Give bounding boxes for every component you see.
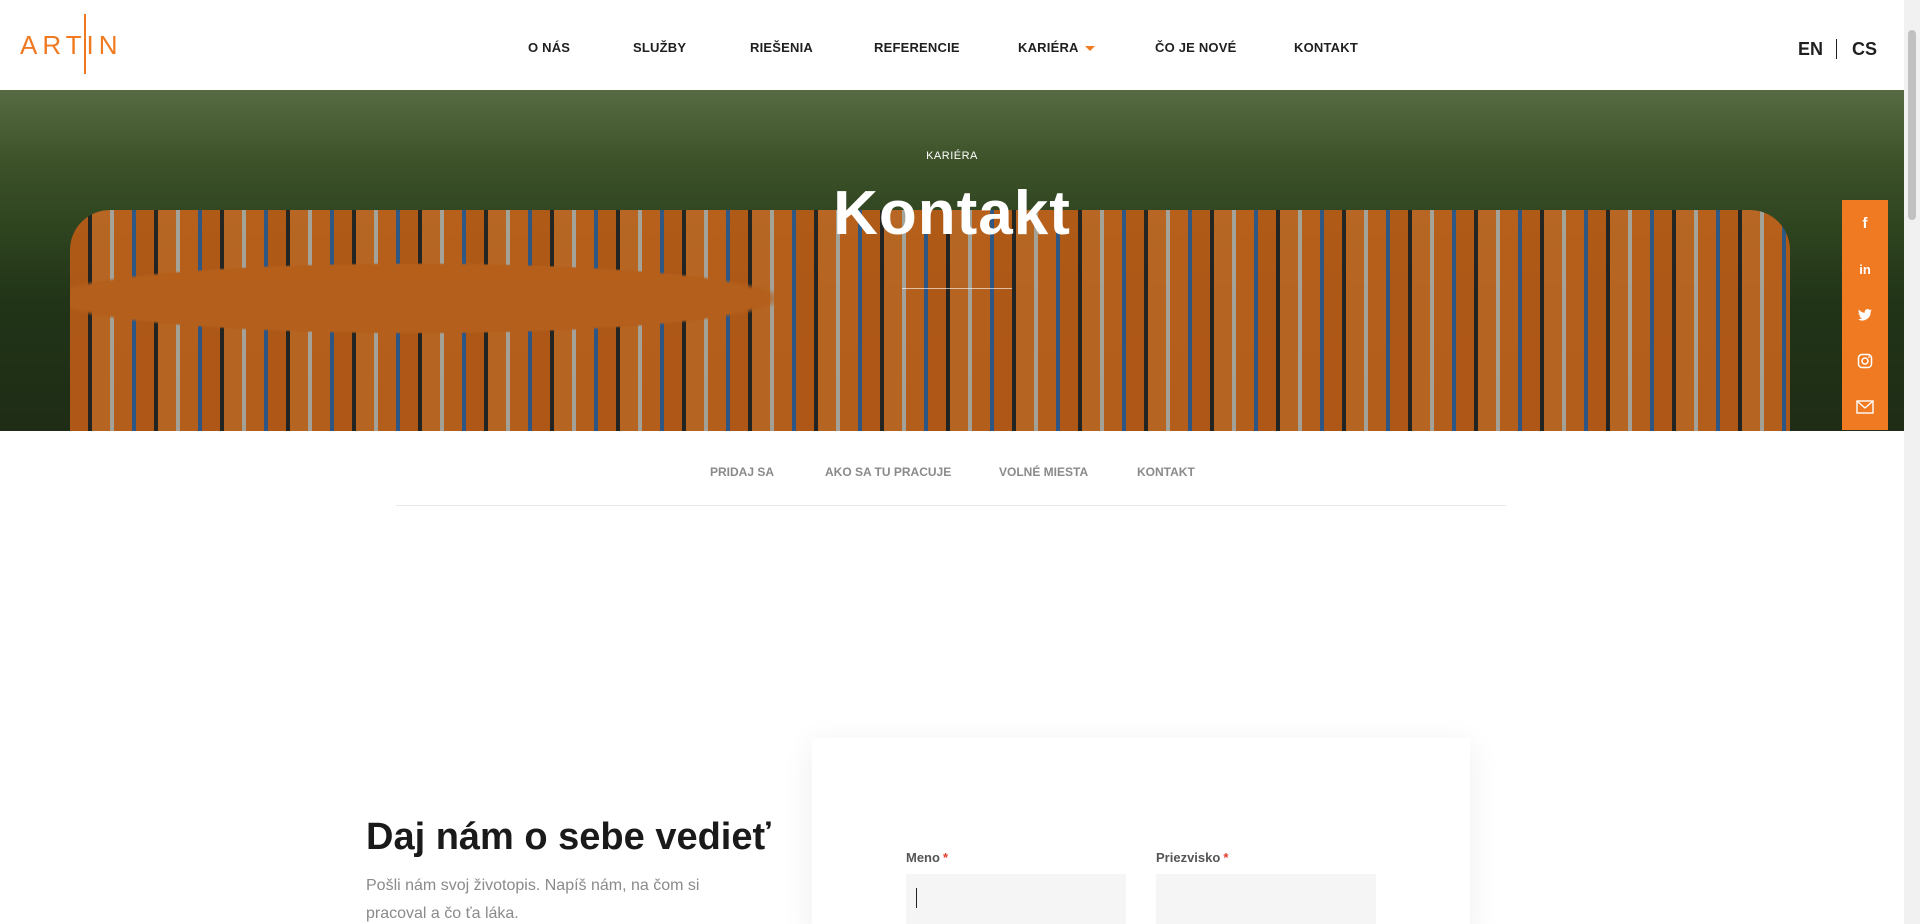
- linkedin-icon[interactable]: in: [1842, 246, 1888, 292]
- first-name-label-text: Meno: [906, 850, 940, 865]
- last-name-label: Priezvisko *: [1156, 850, 1228, 865]
- nav-item-riesenia[interactable]: RIEŠENIA: [750, 40, 813, 55]
- facebook-icon[interactable]: f: [1842, 200, 1888, 246]
- first-name-label: Meno *: [906, 850, 948, 865]
- hero-breadcrumb[interactable]: KARIÉRA: [0, 150, 1904, 162]
- facebook-glyph: f: [1862, 214, 1868, 232]
- career-subnav: PRIDAJ SA AKO SA TU PRACUJE VOLNÉ MIESTA…: [0, 431, 1904, 506]
- last-name-label-text: Priezvisko: [1156, 850, 1221, 865]
- instagram-icon[interactable]: [1842, 338, 1888, 384]
- chevron-down-icon: [1084, 46, 1095, 52]
- scrollbar-thumb[interactable]: [1908, 30, 1916, 220]
- nav-item-sluzby[interactable]: SLUŽBY: [633, 40, 686, 55]
- language-divider: [1836, 39, 1837, 59]
- last-name-field[interactable]: [1156, 874, 1376, 924]
- subnav-item-kontakt[interactable]: KONTAKT: [1137, 465, 1195, 479]
- linkedin-glyph: in: [1859, 261, 1871, 277]
- subnav-item-volne-miesta[interactable]: VOLNÉ MIESTA: [999, 465, 1088, 479]
- page-scrollbar[interactable]: [1904, 0, 1920, 924]
- nav-item-co-je-nove[interactable]: ČO JE NOVÉ: [1155, 40, 1236, 55]
- section-heading: Daj nám o sebe vedieť: [366, 816, 771, 858]
- text-cursor: [916, 888, 917, 908]
- instagram-svg: [1857, 353, 1873, 369]
- mail-icon[interactable]: [1842, 384, 1888, 430]
- hero-divider: [902, 288, 1012, 289]
- subnav-divider: [396, 505, 1506, 506]
- language-en[interactable]: EN: [1798, 39, 1823, 60]
- nav-item-kariera-label: KARIÉRA: [1018, 40, 1079, 55]
- nav-item-referencie[interactable]: REFERENCIE: [874, 40, 960, 55]
- page-title: Kontakt: [833, 179, 1071, 248]
- main-nav: O NÁS SLUŽBY RIEŠENIA REFERENCIE KARIÉRA…: [0, 0, 1904, 90]
- subnav-item-pridaj-sa[interactable]: PRIDAJ SA: [710, 465, 774, 479]
- first-name-field[interactable]: [906, 874, 1126, 924]
- subnav-item-ako-sa-tu-pracuje[interactable]: AKO SA TU PRACUJE: [825, 465, 951, 479]
- nav-item-kontakt[interactable]: KONTAKT: [1294, 40, 1358, 55]
- language-cs[interactable]: CS: [1852, 39, 1877, 60]
- mail-svg: [1856, 400, 1874, 414]
- social-rail: f in: [1842, 200, 1888, 430]
- required-marker: *: [942, 850, 949, 865]
- twitter-svg: [1858, 309, 1872, 321]
- twitter-icon[interactable]: [1842, 292, 1888, 338]
- site-header: ARTIN O NÁS SLUŽBY RIEŠENIA REFERENCIE K…: [0, 0, 1904, 90]
- nav-item-kariera[interactable]: KARIÉRA: [1018, 40, 1095, 55]
- section-lead: Pošli nám svoj životopis. Napíš nám, na …: [366, 877, 700, 922]
- hero-overlay: [0, 90, 1904, 431]
- required-marker: *: [1223, 850, 1229, 865]
- hero-banner: KARIÉRA Kontakt: [0, 90, 1904, 431]
- contact-form-card: Meno * Priezvisko *: [812, 738, 1470, 924]
- nav-item-o-nas[interactable]: O NÁS: [528, 40, 570, 55]
